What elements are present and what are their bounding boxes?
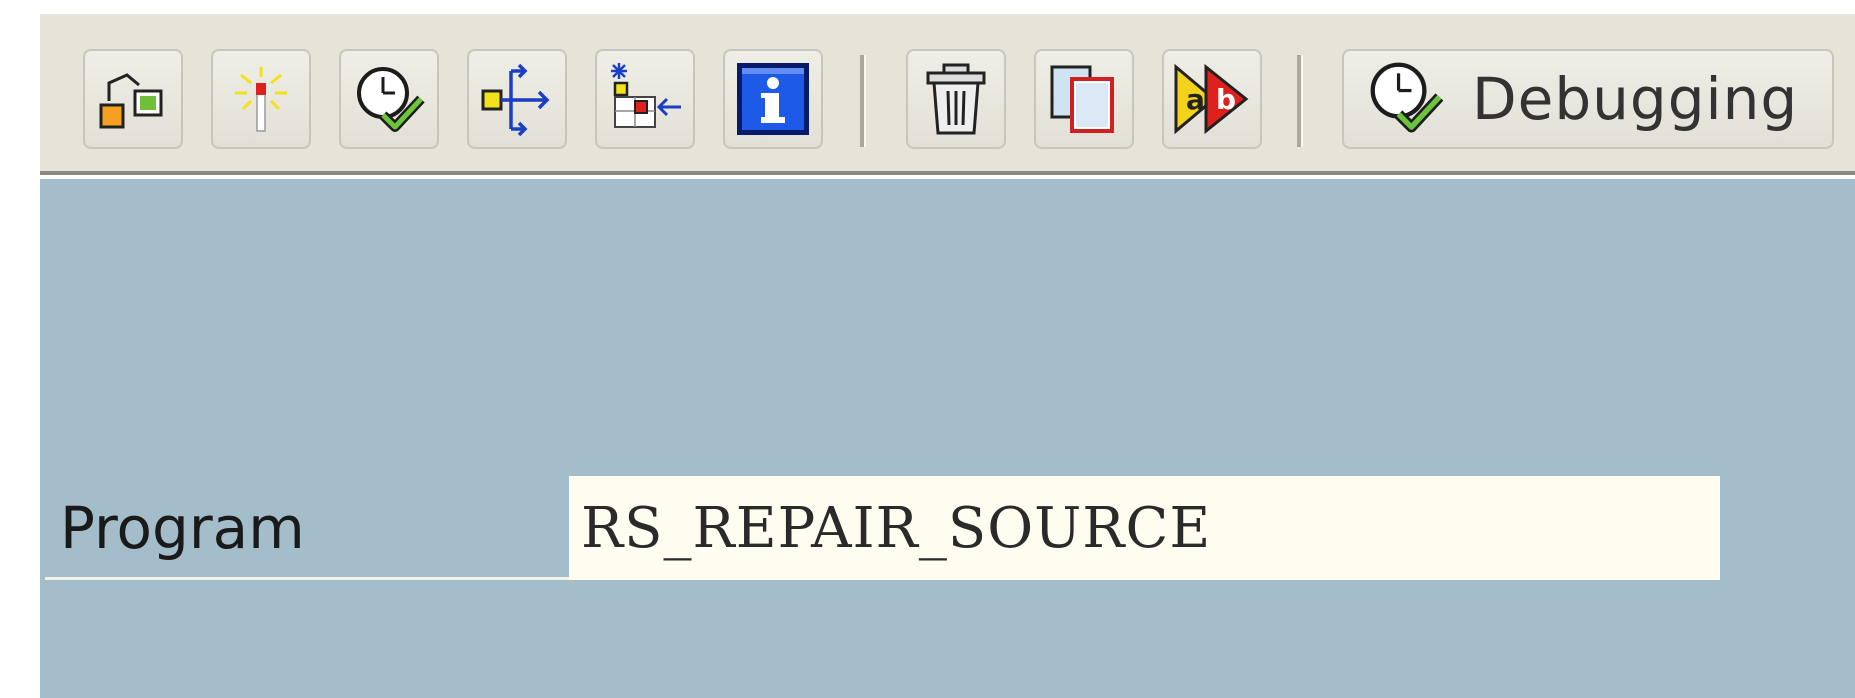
copy-icon	[1044, 59, 1124, 139]
debugging-button[interactable]: Debugging	[1342, 49, 1834, 149]
activate-button[interactable]	[211, 49, 311, 149]
clock-check-icon	[1362, 54, 1448, 144]
hierarchy-icon	[95, 61, 171, 137]
toolbar-separator	[1297, 55, 1303, 147]
debugging-label: Debugging	[1472, 65, 1799, 133]
svg-text:b: b	[1216, 83, 1236, 116]
info-icon	[733, 59, 813, 139]
where-used-icon	[477, 59, 557, 139]
svg-text:a: a	[1186, 83, 1205, 116]
copy-button[interactable]	[1034, 49, 1134, 149]
trash-icon	[918, 61, 994, 137]
object-list-button[interactable]	[595, 49, 695, 149]
clock-check-icon	[349, 59, 429, 139]
program-input[interactable]	[569, 476, 1720, 580]
compare-button[interactable]: a b	[1162, 49, 1262, 149]
application-toolbar: a b Debugging	[40, 15, 1855, 175]
object-list-icon	[605, 59, 685, 139]
check-button[interactable]	[339, 49, 439, 149]
delete-button[interactable]	[906, 49, 1006, 149]
window-top-edge	[40, 0, 1855, 15]
compare-ab-icon: a b	[1170, 59, 1254, 139]
toolbar-separator	[860, 55, 866, 147]
left-margin	[0, 0, 40, 698]
program-label-underline	[45, 577, 573, 580]
program-label: Program	[60, 494, 305, 562]
main-content-area	[40, 179, 1855, 698]
where-used-button[interactable]	[467, 49, 567, 149]
magic-wand-icon	[223, 61, 299, 137]
hierarchy-button[interactable]	[83, 49, 183, 149]
info-button[interactable]	[723, 49, 823, 149]
